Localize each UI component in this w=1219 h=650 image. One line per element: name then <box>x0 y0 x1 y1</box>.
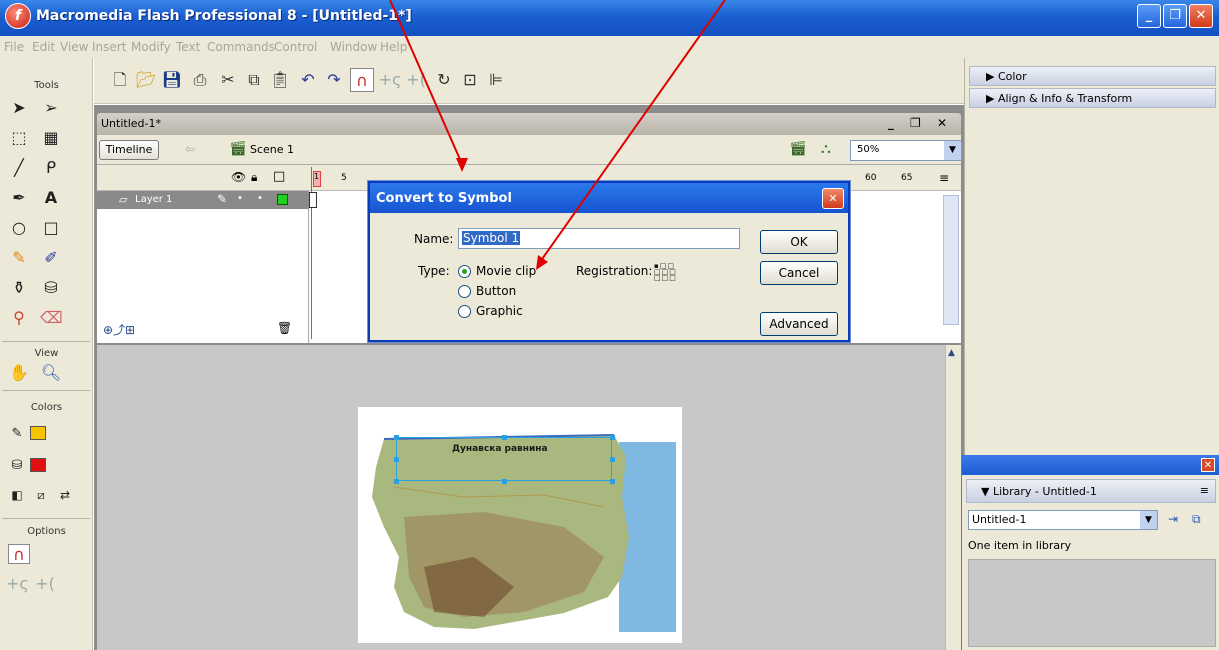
annotation-arrowhead <box>456 158 468 172</box>
annotation-arrows <box>389 0 726 270</box>
annotation-arrowhead <box>536 255 548 270</box>
annotation-arrow <box>539 0 726 263</box>
annotation-arrow <box>389 0 463 165</box>
